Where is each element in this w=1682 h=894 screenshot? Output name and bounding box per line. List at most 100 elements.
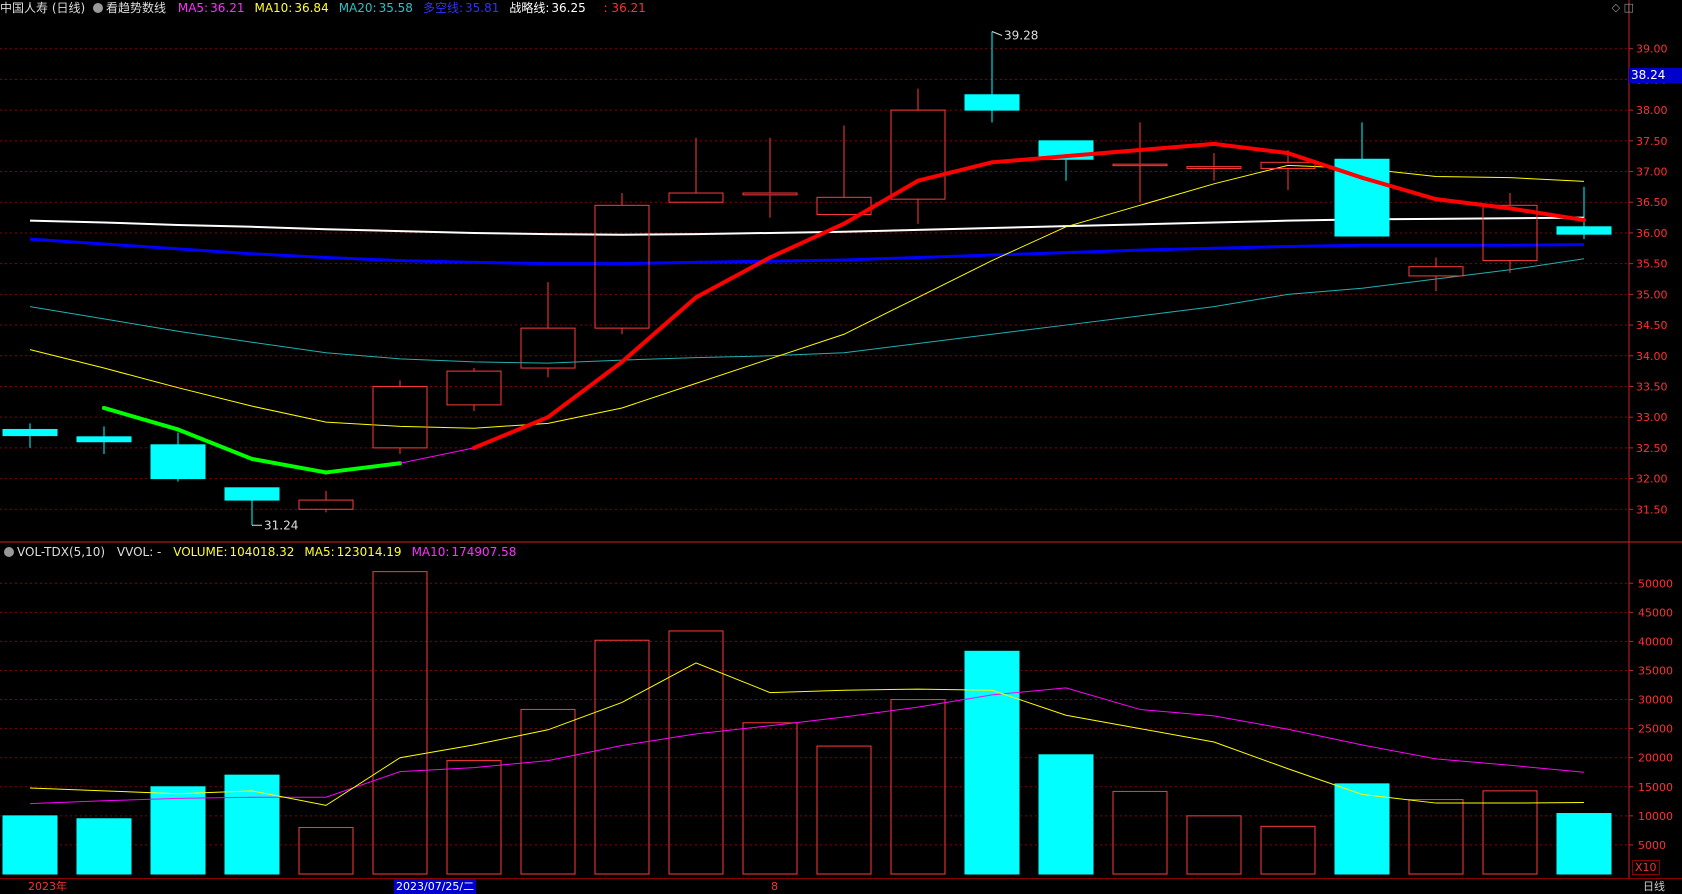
bottom-bar: 2023年 2023/07/25/二 8 日线 <box>0 878 1682 894</box>
vol-indicator-2: MA10: 174907.58 <box>412 545 521 559</box>
vol-indicator-value: 123014.19 <box>336 545 402 559</box>
ma5-segment <box>768 221 846 260</box>
candle-down <box>150 444 206 480</box>
extra-value: : 36.21 <box>603 1 646 15</box>
price-indicator-label: 战略线: <box>509 1 550 15</box>
vol-multiplier: X10 <box>1632 860 1660 875</box>
vol-tick-label: 25000 <box>1638 723 1673 736</box>
ma5-segment <box>472 415 550 450</box>
price-indicator-3: 多空线: 35.81 <box>423 1 503 15</box>
volume-bar-up <box>298 826 354 875</box>
ma5-segment <box>1212 141 1290 156</box>
vol-tick-label: 40000 <box>1638 635 1673 648</box>
price-indicator-label: MA20: <box>338 1 377 15</box>
panel-toggle-icon[interactable]: ◫ <box>1624 1 1634 14</box>
vvol-label: VVOL: - <box>116 545 162 559</box>
vol-indicator-label: MA10: <box>411 545 450 559</box>
volume-bar-up <box>372 571 428 875</box>
price-tick-label: 35.00 <box>1636 288 1668 301</box>
vol-indicator-label: MA5: <box>304 545 335 559</box>
candle-up <box>890 109 946 200</box>
stock-title[interactable]: 中国人寿 (日线) <box>0 1 85 15</box>
price-header: 中国人寿 (日线) 看趋势数线 MA5: 36.21 MA10: 36.84 MA20:… <box>0 0 650 16</box>
current-price-tag: 38.24 <box>1629 68 1682 83</box>
chevron-down-icon <box>93 3 104 13</box>
ma5-segment <box>546 359 624 420</box>
price-tick-label: 35.50 <box>1636 258 1668 271</box>
vol-tick-label: 5000 <box>1638 839 1666 852</box>
vol-tick-label: 10000 <box>1638 810 1673 823</box>
vol-indicator-1: MA5: 123014.19 <box>304 545 405 559</box>
ma5-segment <box>250 456 328 475</box>
candle-down <box>224 487 280 501</box>
price-tick-label: 32.00 <box>1636 473 1668 486</box>
extreme-price-label: 39.28 <box>1004 29 1038 43</box>
candle-up <box>1186 166 1242 169</box>
price-indicator-value: 35.81 <box>464 1 500 15</box>
vol-indicator-name: VOL-TDX(5,10) <box>17 545 106 559</box>
price-tick-label: 31.50 <box>1636 503 1668 516</box>
ma5-segment <box>1434 197 1512 211</box>
indicator-selector-vol[interactable]: VOL-TDX(5,10) <box>0 545 113 559</box>
indicator-selector[interactable]: 看趋势数线 <box>93 1 174 15</box>
price-indicator-label: 多空线: <box>422 1 463 15</box>
volume-bar-down <box>964 650 1020 875</box>
price-indicator-value: 36.84 <box>294 1 329 15</box>
ma5-segment <box>1138 141 1216 153</box>
ma20-line <box>29 258 1585 364</box>
candle-down <box>76 436 132 443</box>
price-indicator-values: MA5: 36.21 MA10: 36.84 MA20: 35.58 多空线: 35.81 战略… <box>178 1 596 15</box>
vol-tick-label: 30000 <box>1638 694 1673 707</box>
ma5-segment <box>620 295 698 364</box>
volume-bar-up <box>446 760 502 875</box>
year-label: 2023年 <box>28 880 67 893</box>
price-tick-label: 32.50 <box>1636 442 1668 455</box>
price-tick-label: 39.00 <box>1636 43 1668 56</box>
price-indicator-value: 36.25 <box>551 1 586 15</box>
period-label[interactable]: 日线 <box>1643 879 1665 894</box>
price-indicator-2: MA20: 35.58 <box>339 1 417 15</box>
price-tick-label: 34.50 <box>1636 319 1668 332</box>
volume-bar-up <box>1260 825 1316 875</box>
candle-up <box>446 370 502 406</box>
cursor-date: 2023/07/25/二 <box>394 879 477 894</box>
candle-down <box>2 428 58 437</box>
chevron-down-icon <box>4 547 14 557</box>
annotation-arrow <box>991 31 1003 36</box>
price-indicator-value: 36.21 <box>210 1 245 15</box>
candle-up <box>668 192 724 203</box>
price-indicator-0: MA5: 36.21 <box>178 1 249 15</box>
volume-bar-down <box>1038 754 1094 875</box>
price-tick-label: 36.50 <box>1636 196 1668 209</box>
candle-down <box>1556 226 1612 235</box>
price-tick-label: 33.50 <box>1636 380 1668 393</box>
price-tick-label: 36.00 <box>1636 227 1668 240</box>
price-indicator-1: MA10: 36.84 <box>254 1 332 15</box>
vol-indicator-label: VOLUME: <box>173 545 228 559</box>
volume-bar-up <box>742 722 798 875</box>
volume-bar-down <box>150 786 206 875</box>
vol-indicator-value: 174907.58 <box>451 545 517 559</box>
candle-up <box>1112 163 1168 167</box>
volume-indicator-values: VOLUME: 104018.32 MA5: 123014.19 MA10: 174907… <box>173 545 526 559</box>
chart-canvas[interactable]: 31.50 32.00 32.50 33.00 33.50 34.00 34.50 35.00… <box>0 0 1682 893</box>
vol-indicator-0: VOLUME: 104018.32 <box>173 545 298 559</box>
price-tick-label: 33.00 <box>1636 411 1668 424</box>
volume-bar-up <box>1408 799 1464 875</box>
month-label: 8 <box>771 880 778 893</box>
extreme-price-label: 31.24 <box>264 518 298 532</box>
candle-up <box>594 204 650 329</box>
price-tick-label: 37.50 <box>1636 135 1668 148</box>
price-indicator-label: MA10: <box>254 1 293 15</box>
vol-tick-label: 45000 <box>1638 606 1673 619</box>
price-indicator-4: 战略线: 36.25 <box>509 1 589 15</box>
volume-bar-down <box>224 774 280 875</box>
candle-down <box>964 94 1020 111</box>
volume-bar-up <box>594 639 650 875</box>
volume-bar-up <box>668 630 724 875</box>
price-tick-label: 38.00 <box>1636 104 1668 117</box>
vol-tick-label: 35000 <box>1638 664 1673 677</box>
diamond-icon[interactable]: ◇ <box>1612 1 1620 14</box>
volume-header: VOL-TDX(5,10) VVOL: - VOLUME: 104018.32 MA… <box>0 544 530 560</box>
ma5-segment <box>399 447 475 464</box>
